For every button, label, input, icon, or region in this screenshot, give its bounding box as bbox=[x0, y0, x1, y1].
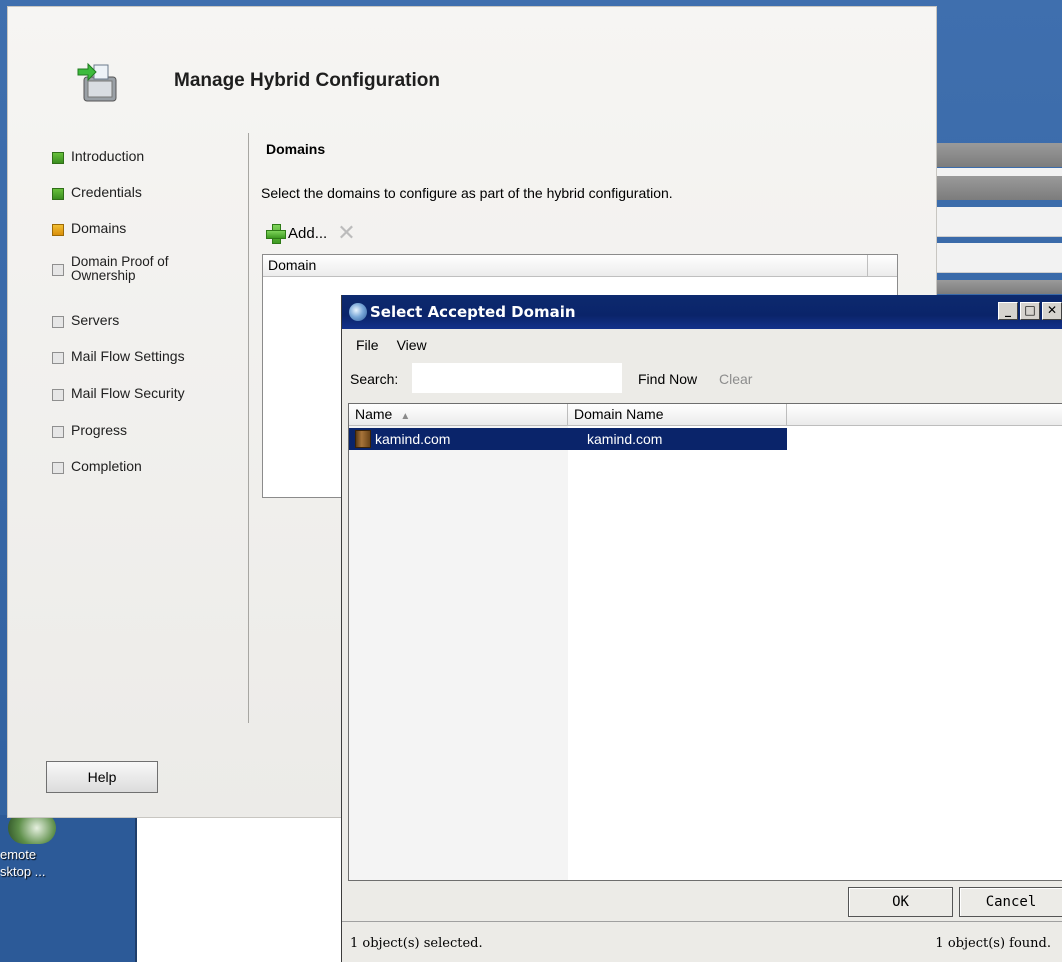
row-name: kamind.com bbox=[375, 431, 451, 447]
delete-icon[interactable]: ✕ bbox=[337, 222, 355, 244]
remote-desktop-shortcut[interactable]: emote sktop ... bbox=[0, 812, 80, 880]
step-status-icon bbox=[52, 188, 64, 200]
minimize-icon[interactable]: _ bbox=[998, 302, 1018, 320]
wizard-divider bbox=[248, 133, 249, 723]
domain-toolbar: Add... ✕ bbox=[265, 222, 356, 244]
step-domains[interactable]: Domains bbox=[52, 221, 252, 236]
section-instruction: Select the domains to configure as part … bbox=[261, 185, 673, 201]
step-servers[interactable]: Servers bbox=[52, 313, 252, 328]
step-introduction[interactable]: Introduction bbox=[52, 149, 252, 164]
dialog-app-icon bbox=[349, 303, 367, 321]
dialog-statusbar: 1 object(s) selected. 1 object(s) found. bbox=[342, 921, 1062, 962]
step-completion[interactable]: Completion bbox=[52, 459, 252, 474]
maximize-icon[interactable]: □ bbox=[1020, 302, 1040, 320]
dialog-title: Select Accepted Domain bbox=[370, 303, 576, 321]
step-label: Servers bbox=[71, 312, 120, 328]
step-status-icon bbox=[52, 352, 64, 364]
step-status-icon bbox=[52, 264, 64, 276]
step-status-icon bbox=[52, 224, 64, 236]
ok-button[interactable]: OK bbox=[848, 887, 953, 917]
remote-desktop-label: emote sktop ... bbox=[0, 847, 46, 879]
row-domain: kamind.com bbox=[587, 431, 663, 447]
section-title: Domains bbox=[266, 141, 326, 157]
step-status-icon bbox=[52, 462, 64, 474]
step-status-icon bbox=[52, 316, 64, 328]
background-bar bbox=[932, 176, 1062, 200]
sorted-column-shade bbox=[349, 426, 568, 880]
select-accepted-domain-dialog: Select Accepted Domain _ □ ✕ File View S… bbox=[341, 295, 1062, 962]
step-label: Progress bbox=[71, 422, 128, 438]
menu-file[interactable]: File bbox=[356, 337, 379, 353]
cancel-button[interactable]: Cancel bbox=[959, 887, 1062, 917]
step-status-icon bbox=[52, 426, 64, 438]
sort-ascending-icon: ▲ bbox=[400, 411, 411, 422]
step-label: Credentials bbox=[71, 184, 142, 200]
column-header-name[interactable]: Name ▲ bbox=[349, 404, 568, 425]
wizard-title: Manage Hybrid Configuration bbox=[174, 70, 440, 91]
add-icon[interactable] bbox=[265, 223, 286, 244]
clear-button[interactable]: Clear bbox=[719, 371, 752, 387]
list-header: Name ▲ Domain Name bbox=[349, 404, 1062, 426]
add-button[interactable]: Add... bbox=[288, 225, 327, 242]
accepted-domain-icon bbox=[355, 430, 371, 448]
dialog-menubar: File View bbox=[342, 329, 1062, 361]
step-label: Introduction bbox=[71, 148, 145, 164]
background-bar bbox=[932, 243, 1062, 273]
step-progress[interactable]: Progress bbox=[52, 423, 252, 438]
domain-list-header: Domain bbox=[263, 255, 897, 277]
step-status-icon bbox=[52, 152, 64, 164]
step-mail-flow-security[interactable]: Mail Flow Security bbox=[52, 386, 252, 401]
step-mail-flow-settings[interactable]: Mail Flow Settings bbox=[52, 349, 252, 364]
list-body: kamind.com kamind.com bbox=[349, 426, 1062, 880]
search-label: Search: bbox=[350, 371, 399, 387]
column-header-label: Name bbox=[355, 406, 393, 422]
close-icon[interactable]: ✕ bbox=[1042, 302, 1062, 320]
background-window-body bbox=[135, 815, 365, 962]
step-status-icon bbox=[52, 389, 64, 401]
list-item[interactable]: kamind.com kamind.com bbox=[349, 428, 787, 450]
background-bar bbox=[932, 143, 1062, 167]
column-header-domain-name[interactable]: Domain Name bbox=[568, 404, 787, 425]
status-found: 1 object(s) found. bbox=[935, 936, 1051, 951]
dialog-titlebar[interactable]: Select Accepted Domain _ □ ✕ bbox=[342, 295, 1062, 329]
step-domain-proof[interactable]: Domain Proof of Ownership bbox=[52, 255, 252, 283]
search-row: Search: Find Now Clear bbox=[342, 361, 1062, 397]
background-bar bbox=[932, 280, 1062, 294]
window-controls: _ □ ✕ bbox=[998, 302, 1062, 320]
step-label: Completion bbox=[71, 458, 142, 474]
accepted-domain-list[interactable]: Name ▲ Domain Name kamind.com kamind.com bbox=[348, 403, 1062, 881]
step-label: Domains bbox=[71, 220, 127, 236]
find-now-button[interactable]: Find Now bbox=[638, 371, 697, 387]
step-label: Domain Proof of Ownership bbox=[71, 254, 169, 283]
search-input[interactable] bbox=[412, 363, 622, 393]
background-bar bbox=[932, 207, 1062, 237]
domain-column-header[interactable]: Domain bbox=[263, 255, 868, 276]
help-button[interactable]: Help bbox=[46, 761, 158, 793]
hybrid-config-icon bbox=[77, 62, 117, 102]
step-credentials[interactable]: Credentials bbox=[52, 185, 252, 200]
step-label: Mail Flow Settings bbox=[71, 348, 185, 364]
step-label: Mail Flow Security bbox=[71, 385, 185, 401]
status-selected: 1 object(s) selected. bbox=[350, 936, 483, 951]
menu-view[interactable]: View bbox=[397, 337, 427, 353]
